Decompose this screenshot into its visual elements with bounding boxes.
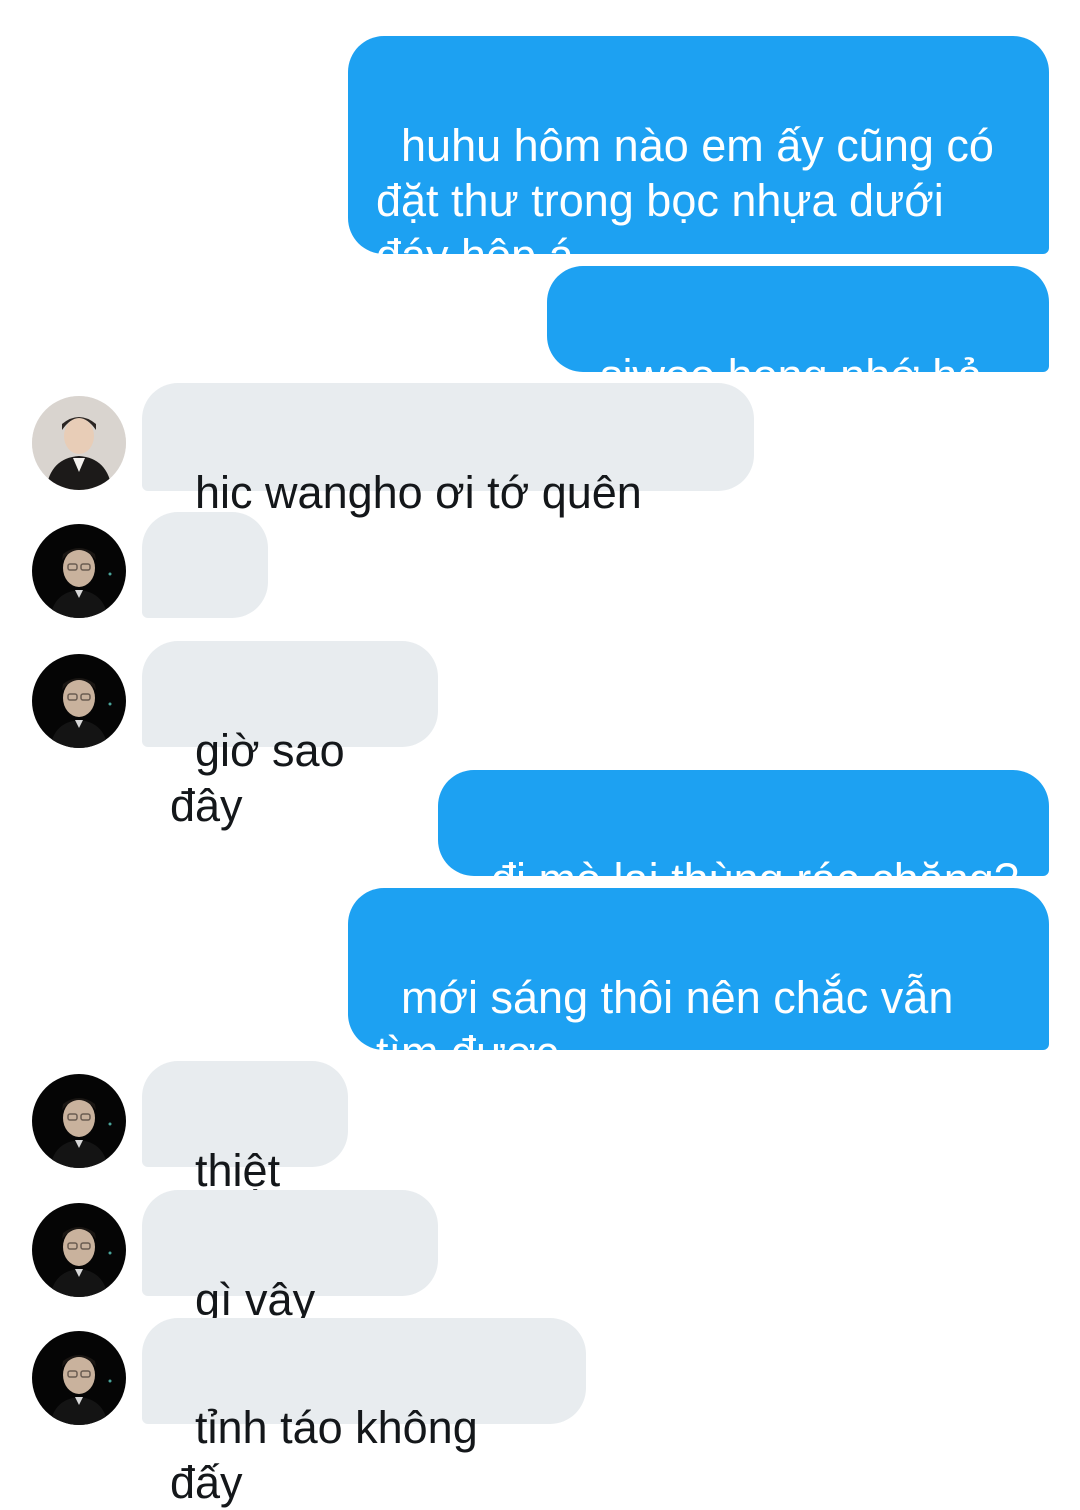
sender-avatar[interactable] [32,524,126,618]
message-text: huhu hôm nào em ấy cũng có đặt thư trong… [376,120,994,281]
sender-avatar[interactable] [32,1331,126,1425]
message-bubble-received[interactable]: gì vậy hwh? [142,1190,438,1380]
message-bubble-received[interactable]: thiệt à? [142,1061,348,1251]
message-text: mới sáng thôi nên chắc vẫn tìm được... [376,972,954,1078]
message-bubble-sent[interactable]: siwoo hong nhớ hả >: [547,266,1049,456]
message-bubble-received[interactable]: tỉnh táo không đấy [142,1318,586,1508]
message-bubble-received[interactable]: hic wangho ơi tớ quên mất [142,383,754,573]
avatar-light-photo [32,396,126,490]
message-text: giờ sao đây [170,725,358,831]
message-bubble-sent[interactable]: mới sáng thôi nên chắc vẫn tìm được... [348,888,1049,1078]
message-bubble-received[interactable]: giờ sao đây [142,641,438,831]
message-bubble-sent[interactable]: đi mò lại thùng rác chăng? [438,770,1049,905]
avatar-dark-photo [32,1203,126,1297]
avatar-dark-photo [32,1331,126,1425]
avatar-dark-photo [32,1074,126,1168]
sender-avatar[interactable] [32,396,126,490]
message-bubble-received[interactable]: yah [142,512,268,757]
message-text: tỉnh táo không đấy [170,1402,491,1508]
message-bubble-sent[interactable]: huhu hôm nào em ấy cũng có đặt thư trong… [348,36,1049,281]
avatar-dark-photo [32,654,126,748]
sender-avatar[interactable] [32,654,126,748]
chat-screen: { "conversation": { "messages": [ {"dire… [0,0,1080,1508]
sender-avatar[interactable] [32,1074,126,1168]
sender-avatar[interactable] [32,1203,126,1297]
avatar-dark-photo [32,524,126,618]
